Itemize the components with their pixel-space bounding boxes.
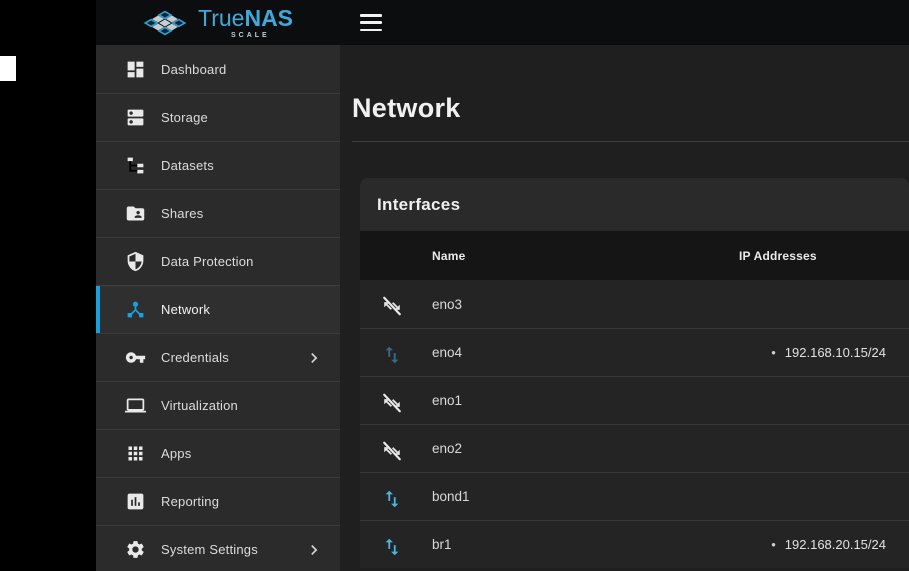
sidebar-item-network[interactable]: Network [96,285,340,333]
interfaces-table-body: eno3 eno4 •192.168.10.15/24 eno1 eno2 bo… [360,280,909,568]
sidebar-item-data-protection[interactable]: Data Protection [96,237,340,285]
sidebar-item-label: Reporting [161,494,219,509]
sidebar-item-label: Network [161,302,210,317]
interfaces-card-header: Interfaces [360,178,909,231]
dashboard-icon [124,58,146,80]
interface-name: eno3 [432,297,739,312]
sidebar: Dashboard Storage Datasets Shares Data P… [96,45,340,571]
apps-grid-icon [124,443,146,465]
hamburger-icon [360,14,382,17]
interface-ip-addresses: •192.168.20.15/24 [739,537,909,552]
sidebar-item-credentials[interactable]: Credentials [96,333,340,381]
truenas-logo[interactable]: TrueNAS SCALE [142,0,293,45]
interfaces-card-title: Interfaces [377,195,460,215]
sidebar-item-label: Shares [161,206,203,221]
sidebar-toggle-button[interactable] [360,13,384,32]
bullet: • [771,345,776,360]
interface-row-eno2[interactable]: eno2 [360,424,909,472]
sidebar-item-shares[interactable]: Shares [96,189,340,237]
interface-name: eno2 [432,441,739,456]
sidebar-item-storage[interactable]: Storage [96,93,340,141]
column-header-name: Name [432,249,739,263]
gear-icon [124,539,146,561]
interface-name: eno1 [432,393,739,408]
sidebar-item-datasets[interactable]: Datasets [96,141,340,189]
sidebar-item-dashboard[interactable]: Dashboard [96,45,340,93]
bullet: • [771,537,776,552]
desktop-background [0,0,96,571]
sidebar-item-label: Datasets [161,158,214,173]
sidebar-item-virtualization[interactable]: Virtualization [96,381,340,429]
key-icon [124,347,146,369]
interfaces-card: Interfaces Name IP Addresses eno3 eno4 •… [360,178,909,568]
sidebar-item-label: Storage [161,110,208,125]
sidebar-item-label: Data Protection [161,254,254,269]
main-content: Network Interfaces Name IP Addresses eno… [340,45,909,571]
interface-row-eno3[interactable]: eno3 [360,280,909,328]
background-window-fragment [0,56,16,81]
sidebar-item-label: Credentials [161,350,229,365]
sidebar-item-label: System Settings [161,542,258,557]
page-title: Network [352,93,909,124]
shared-folder-icon [124,203,146,225]
truenas-logo-icon [142,9,188,37]
truenas-app-window: TrueNAS SCALE Dashboard Storage Datasets… [96,0,909,571]
title-divider [352,141,909,142]
interface-row-br1[interactable]: br1 •192.168.20.15/24 [360,520,909,568]
bar-chart-icon [124,491,146,513]
sidebar-item-label: Dashboard [161,62,226,77]
brand-edition: SCALE [231,32,293,39]
screen: TrueNAS SCALE Dashboard Storage Datasets… [0,0,909,571]
interface-row-eno1[interactable]: eno1 [360,376,909,424]
network-hub-icon [124,299,146,321]
sidebar-item-system-settings[interactable]: System Settings [96,525,340,571]
chevron-right-icon [304,540,324,560]
topbar: TrueNAS SCALE [96,0,909,45]
sidebar-item-reporting[interactable]: Reporting [96,477,340,525]
interface-name: bond1 [432,489,739,504]
shield-icon [124,251,146,273]
datasets-tree-icon [124,155,146,177]
interface-name: eno4 [432,345,739,360]
sidebar-item-apps[interactable]: Apps [96,429,340,477]
interface-ip-addresses: •192.168.10.15/24 [739,345,909,360]
interface-row-eno4[interactable]: eno4 •192.168.10.15/24 [360,328,909,376]
storage-icon [124,107,146,129]
chevron-right-icon [304,348,324,368]
column-header-ip-addresses: IP Addresses [739,249,909,263]
laptop-icon [124,395,146,417]
interfaces-table-header: Name IP Addresses [360,231,909,280]
interface-name: br1 [432,537,739,552]
brand-name: TrueNAS [198,7,293,30]
interface-row-bond1[interactable]: bond1 [360,472,909,520]
sidebar-item-label: Apps [161,446,191,461]
sidebar-item-label: Virtualization [161,398,238,413]
